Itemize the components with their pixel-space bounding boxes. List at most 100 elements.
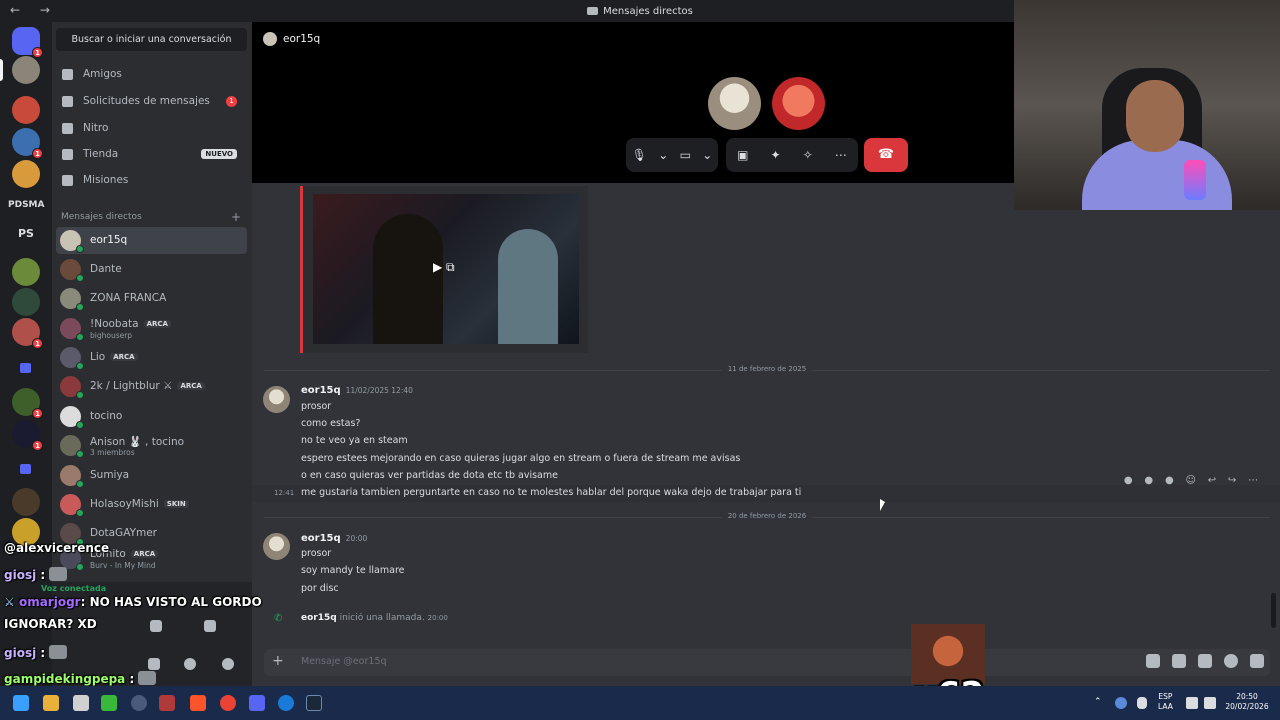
language-indicator[interactable]: ESP LAA <box>1158 692 1173 712</box>
composer-placeholder: Mensaje @eor15q <box>301 656 387 667</box>
participant-avatar[interactable] <box>708 77 761 130</box>
headphones-icon[interactable] <box>184 658 196 670</box>
apps-icon[interactable] <box>1250 654 1264 668</box>
server-avatar[interactable]: 1 <box>12 128 43 159</box>
attach-icon[interactable]: + <box>272 653 284 669</box>
server-avatar[interactable] <box>12 96 40 124</box>
dm-item[interactable]: Sumiya <box>56 462 247 489</box>
chevron-down-icon[interactable]: ⌄ <box>658 148 668 162</box>
camera-off-icon[interactable]: ▭ <box>680 148 691 162</box>
chevron-up-icon[interactable]: ⌃ <box>1094 697 1102 707</box>
reaction-icon[interactable]: ● <box>1165 475 1174 486</box>
dm-item[interactable]: Anison 🐰 , tocino 3 miembros <box>56 432 247 459</box>
message-author[interactable]: eor15q <box>301 385 341 396</box>
app-icon[interactable] <box>131 695 147 711</box>
gift-icon[interactable] <box>1146 654 1160 668</box>
server-text[interactable]: PDSMA <box>8 200 44 210</box>
app-icon[interactable] <box>278 695 294 711</box>
nav-message-requests[interactable]: Solicitudes de mensajes 1 <box>60 90 247 112</box>
badge: 1 <box>32 440 43 451</box>
server-avatar[interactable] <box>12 56 40 84</box>
more-icon[interactable]: ⋯ <box>1248 475 1258 486</box>
webcam-lamp <box>1184 160 1206 200</box>
message-author[interactable]: eor15q <box>301 533 341 544</box>
search-conversation-button[interactable]: Buscar o iniciar una conversación <box>56 28 247 51</box>
sticker-icon[interactable] <box>1198 654 1212 668</box>
brave-icon[interactable] <box>190 695 206 711</box>
server-avatar[interactable] <box>12 258 40 286</box>
chrome-icon[interactable] <box>220 695 236 711</box>
emoji-icon[interactable] <box>1224 654 1238 668</box>
emoji-icon[interactable]: ☺ <box>1185 475 1195 486</box>
friends-icon <box>62 68 73 80</box>
volume-icon[interactable] <box>1204 697 1216 709</box>
call-event-author[interactable]: eor15q <box>301 613 337 623</box>
play-icon[interactable]: ▶ ⧉ <box>433 260 455 275</box>
message-composer[interactable]: + Mensaje @eor15q <box>264 649 1270 676</box>
server-text[interactable]: PS <box>8 227 44 240</box>
app-icon[interactable] <box>73 695 89 711</box>
dm-item[interactable]: ZONA FRANCA <box>56 285 247 312</box>
scrollbar[interactable] <box>1271 593 1276 628</box>
home-button[interactable]: 1 <box>12 27 43 58</box>
discord-icon[interactable] <box>249 695 265 711</box>
video-thumbnail[interactable]: ▶ ⧉ <box>313 194 579 344</box>
dm-item[interactable]: Dante <box>56 256 247 283</box>
more-icon[interactable]: ⋯ <box>835 148 847 162</box>
file-explorer-icon[interactable] <box>43 695 59 711</box>
dm-item[interactable]: HolasoyMishi SKIN <box>56 491 247 518</box>
participant-avatar[interactable] <box>772 77 825 130</box>
nav-quests[interactable]: Misiones <box>60 169 247 191</box>
mic-icon[interactable] <box>148 658 160 670</box>
screen-share-icon[interactable]: ▣ <box>737 148 748 162</box>
dm-item[interactable]: tocino <box>56 403 247 430</box>
mic-icon[interactable]: 🎙 <box>632 148 647 162</box>
server-avatar[interactable]: 1 <box>12 388 43 419</box>
dm-item[interactable]: eor15q <box>56 227 247 254</box>
windows-start-icon[interactable] <box>13 695 29 711</box>
server-avatar[interactable]: 1 <box>12 318 43 349</box>
server-avatar[interactable] <box>12 488 40 516</box>
dm-activity: bighouserp <box>90 331 133 340</box>
dm-item[interactable]: 2k / Lightblur ⚔ ARCA <box>56 373 247 400</box>
status-dot <box>76 450 84 458</box>
app-icon[interactable] <box>159 695 175 711</box>
message-hover-time: 12:41 <box>274 489 295 497</box>
folder-icon[interactable] <box>20 363 31 373</box>
message-line: prosor <box>301 548 332 559</box>
activities-icon[interactable]: ✦ <box>771 148 781 162</box>
reply-icon[interactable]: ↩ <box>1208 475 1216 486</box>
reaction-icon[interactable]: ● <box>1124 475 1133 486</box>
nav-nitro[interactable]: Nitro <box>60 117 247 139</box>
app-icon[interactable] <box>101 695 117 711</box>
status-dot <box>76 362 84 370</box>
server-avatar[interactable] <box>12 288 40 316</box>
create-dm-icon[interactable]: + <box>231 210 241 224</box>
activity-icon[interactable] <box>150 620 162 632</box>
chat-text: : <box>40 568 46 582</box>
folder-icon[interactable] <box>20 464 31 474</box>
dm-item[interactable]: Lio ARCA <box>56 344 247 371</box>
steam-icon[interactable] <box>306 695 322 711</box>
message-avatar[interactable] <box>263 533 290 560</box>
clock[interactable]: 20:50 20/02/2026 <box>1222 692 1272 712</box>
forward-icon[interactable]: ↪ <box>1228 475 1236 486</box>
reaction-icon[interactable]: ● <box>1144 475 1153 486</box>
nav-shop[interactable]: Tienda NUEVO <box>60 143 247 165</box>
keyboard-layout: LAA <box>1158 702 1173 711</box>
gif-icon[interactable] <box>1172 654 1186 668</box>
soundboard-icon[interactable]: ✧ <box>803 148 813 162</box>
chevron-down-icon[interactable]: ⌄ <box>702 148 712 162</box>
mic-icon[interactable] <box>1137 697 1147 709</box>
tray-icon[interactable] <box>1115 697 1127 709</box>
gear-icon[interactable] <box>222 658 234 670</box>
hangup-button[interactable]: ☎ <box>864 138 908 172</box>
dm-item[interactable]: !Noobata ARCA bighouserp <box>56 315 247 342</box>
dm-name: !Noobata ARCA <box>90 318 171 330</box>
soundboard-icon[interactable] <box>204 620 216 632</box>
network-icon[interactable] <box>1186 697 1198 709</box>
message-avatar[interactable] <box>263 386 290 413</box>
server-avatar[interactable] <box>12 160 40 188</box>
nav-friends[interactable]: Amigos <box>60 63 247 85</box>
server-avatar[interactable]: 1 <box>12 420 43 451</box>
